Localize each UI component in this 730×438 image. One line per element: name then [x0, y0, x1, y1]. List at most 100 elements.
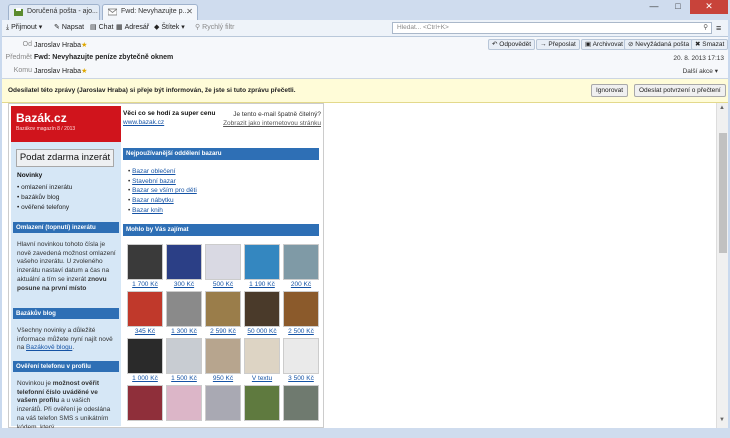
product-price[interactable]: 1 700 Kč [127, 281, 163, 288]
quick-filter-button[interactable]: ⚲ Rychlý filtr [195, 23, 234, 35]
post-ad-button[interactable]: Podat zdarma inzerát [16, 149, 114, 167]
write-button[interactable]: ✎ Napsat [54, 23, 84, 35]
product-card[interactable] [283, 385, 319, 421]
product-card[interactable]: 345 Kč [127, 291, 163, 335]
product-image[interactable] [283, 338, 319, 374]
product-card[interactable]: 300 Kč [166, 244, 202, 288]
delete-button[interactable]: ✖ Smazat [691, 39, 729, 50]
product-card[interactable]: 1 190 Kč [244, 244, 280, 288]
receive-button[interactable]: ⤓ Přijmout ▾ [6, 23, 42, 35]
product-price[interactable]: 1 500 Kč [166, 375, 202, 382]
product-price[interactable]: 345 Kč [127, 328, 163, 335]
product-card[interactable]: 50 000 Kč [244, 291, 280, 335]
product-image[interactable] [244, 244, 280, 280]
ignore-button[interactable]: Ignorovat [591, 84, 629, 97]
product-image[interactable] [166, 338, 202, 374]
archive-button[interactable]: ▣ Archivovat [581, 39, 627, 50]
product-price[interactable]: 1 190 Kč [244, 281, 280, 288]
product-card[interactable]: 1 000 Kč [127, 338, 163, 382]
product-price[interactable]: 3 500 Kč [283, 375, 319, 382]
product-card[interactable]: 950 Kč [205, 338, 241, 382]
product-image[interactable] [244, 291, 280, 327]
tag-icon: ◆ [154, 24, 160, 31]
product-image[interactable] [283, 244, 319, 280]
category-link[interactable]: Bazar oblečení [132, 168, 175, 175]
product-card[interactable]: 2 590 Kč [205, 291, 241, 335]
product-price[interactable]: 300 Kč [166, 281, 202, 288]
scroll-up-icon[interactable]: ▲ [719, 105, 725, 111]
message-body: Bazák.cz Bazákov magazín 8 / 2013 Podat … [2, 103, 716, 428]
app-menu-icon[interactable]: ≡ [716, 23, 721, 33]
product-image[interactable] [127, 338, 163, 374]
product-price[interactable]: 1 000 Kč [127, 375, 163, 382]
category-link[interactable]: Stavební bazar [132, 178, 176, 185]
product-card[interactable] [244, 385, 280, 421]
product-card[interactable]: 200 Kč [283, 244, 319, 288]
product-image[interactable] [127, 385, 163, 421]
more-actions-button[interactable]: Další akce ▾ [683, 67, 718, 75]
search-input[interactable]: Hledat... <Ctrl+K> ⚲ [392, 22, 712, 34]
category-link[interactable]: Bazar knih [132, 207, 163, 214]
product-image[interactable] [283, 291, 319, 327]
tab-inbox[interactable]: Doručená pošta - ajo... [8, 4, 100, 20]
tab-close-icon[interactable]: ✕ [186, 7, 193, 16]
from-value[interactable]: Jaroslav Hraba★ [34, 41, 87, 49]
tag-button[interactable]: ◆ Štítek ▾ [154, 23, 185, 35]
addressbook-button[interactable]: ▦ Adresář [116, 23, 149, 35]
star-icon[interactable]: ★ [81, 68, 87, 75]
web-version-link[interactable]: Zobrazit jako internetovou stránku [223, 120, 321, 127]
product-card[interactable]: 1 500 Kč [166, 338, 202, 382]
product-card[interactable]: V textu [244, 338, 280, 382]
send-receipt-button[interactable]: Odeslat potvrzení o přečtení [634, 84, 726, 97]
product-image[interactable] [205, 385, 241, 421]
product-price[interactable]: 950 Kč [205, 375, 241, 382]
product-image[interactable] [244, 338, 280, 374]
section-heading: Nejpoužívanější oddělení bazaru [123, 148, 319, 160]
product-price[interactable]: 2 500 Kč [283, 328, 319, 335]
product-image[interactable] [205, 291, 241, 327]
bazak-logo[interactable]: Bazák.cz Bazákov magazín 8 / 2013 [11, 106, 121, 142]
to-value[interactable]: Jaroslav Hraba★ [34, 67, 87, 75]
product-card[interactable] [205, 385, 241, 421]
product-price[interactable]: 2 590 Kč [205, 328, 241, 335]
product-image[interactable] [205, 244, 241, 280]
product-image[interactable] [205, 338, 241, 374]
scroll-down-icon[interactable]: ▼ [719, 417, 725, 423]
tab-message[interactable]: Fwd: Nevyhazujte p... ✕ [102, 4, 198, 20]
product-price[interactable]: V textu [244, 375, 280, 382]
product-image[interactable] [283, 385, 319, 421]
forward-button[interactable]: → Přeposlat [536, 39, 580, 50]
scrollbar-thumb[interactable] [719, 133, 727, 253]
close-button[interactable]: ✕ [690, 0, 728, 14]
product-image[interactable] [166, 244, 202, 280]
product-card[interactable]: 500 Kč [205, 244, 241, 288]
promo-link[interactable]: www.bazak.cz [123, 119, 164, 126]
reply-button[interactable]: ↶ Odpovědět [488, 39, 536, 50]
vertical-scrollbar[interactable]: ▲ ▼ [716, 103, 728, 428]
product-card[interactable] [127, 385, 163, 421]
category-link[interactable]: Bazar se vším pro děti [132, 187, 197, 194]
product-card[interactable]: 1 300 Kč [166, 291, 202, 335]
product-card[interactable] [166, 385, 202, 421]
blog-link[interactable]: Bazákově blogu [26, 344, 72, 351]
product-image[interactable] [127, 291, 163, 327]
product-image[interactable] [244, 385, 280, 421]
product-price[interactable]: 500 Kč [205, 281, 241, 288]
junk-button[interactable]: ⊘ Nevyžádaná pošta [624, 39, 694, 50]
product-price[interactable]: 1 300 Kč [166, 328, 202, 335]
minimize-button[interactable]: — [642, 0, 666, 14]
product-image[interactable] [166, 291, 202, 327]
maximize-button[interactable]: □ [666, 0, 690, 14]
star-icon[interactable]: ★ [81, 42, 87, 49]
product-price[interactable]: 50 000 Kč [244, 328, 280, 335]
product-image[interactable] [166, 385, 202, 421]
category-link[interactable]: Bazar nábytku [132, 197, 174, 204]
product-card[interactable]: 2 500 Kč [283, 291, 319, 335]
product-image[interactable] [127, 244, 163, 280]
product-price[interactable]: 200 Kč [283, 281, 319, 288]
chat-button[interactable]: ▤ Chat [90, 23, 113, 35]
list-item: Bazar se vším pro děti [128, 187, 197, 197]
product-card[interactable]: 1 700 Kč [127, 244, 163, 288]
product-card[interactable]: 3 500 Kč [283, 338, 319, 382]
newsletter: Bazák.cz Bazákov magazín 8 / 2013 Podat … [8, 103, 324, 428]
